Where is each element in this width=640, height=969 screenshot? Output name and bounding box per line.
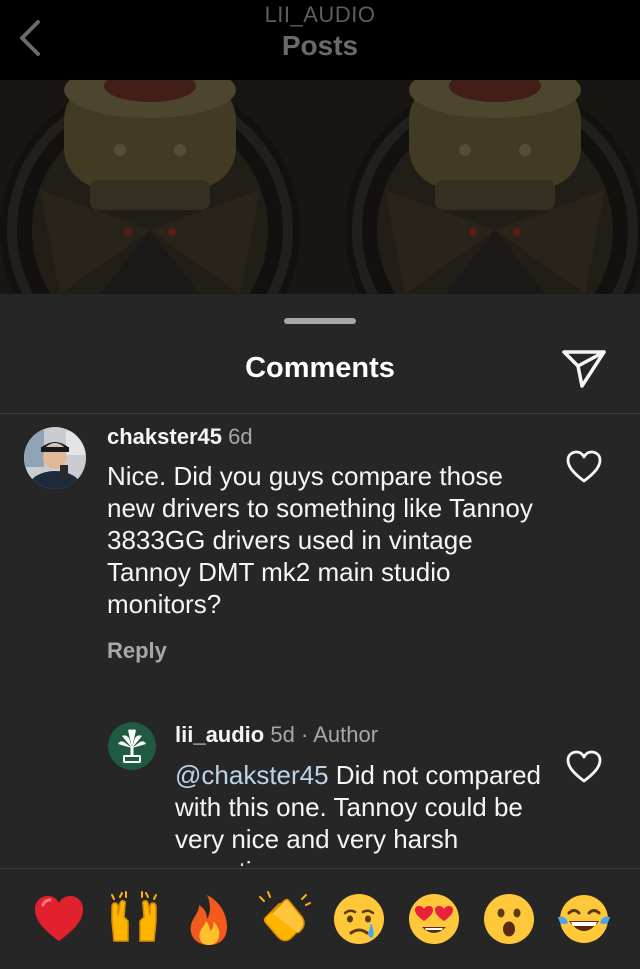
like-button[interactable]: [566, 750, 602, 784]
clapping-hands-emoji-icon[interactable]: [256, 891, 312, 947]
comments-title: Comments: [245, 352, 395, 384]
reply-time: 5d: [270, 722, 295, 747]
heart-outline-icon: [566, 750, 602, 783]
like-button[interactable]: [566, 450, 602, 484]
comment-meta: chakster45 6d: [107, 424, 253, 450]
reply-meta: lii_audio 5d · Author: [175, 722, 378, 748]
mention-link[interactable]: @chakster45: [175, 760, 329, 790]
page-title: Posts: [281, 30, 359, 61]
comment-time: 6d: [228, 424, 253, 449]
red-heart-emoji-icon[interactable]: [31, 891, 87, 947]
share-button[interactable]: [560, 346, 608, 390]
reply-text: @chakster45 Did not compared with this o…: [175, 759, 555, 866]
raising-hands-emoji-icon[interactable]: [106, 891, 162, 947]
account-name: LII_AUDIO: [264, 2, 376, 27]
post-image: [0, 80, 640, 294]
divider: [0, 413, 640, 414]
comment-username[interactable]: chakster45: [107, 424, 222, 449]
fire-emoji-icon[interactable]: [181, 891, 237, 947]
reply-button[interactable]: Reply: [107, 638, 167, 664]
top-bar: LII_AUDIO Posts: [0, 0, 640, 80]
meta-separator: ·: [300, 722, 309, 747]
comments-sheet: Comments chakster45 6d Nice. Did you guy…: [0, 294, 640, 968]
emoji-reaction-bar: [0, 868, 640, 969]
author-badge: Author: [313, 722, 379, 747]
reply-username[interactable]: lii_audio: [175, 722, 264, 747]
heart-outline-icon: [566, 450, 602, 483]
heart-eyes-emoji-icon[interactable]: [406, 891, 462, 947]
comment-text: Nice. Did you guys compare those new dri…: [107, 461, 533, 619]
paper-plane-icon: [562, 350, 606, 388]
surprised-face-emoji-icon[interactable]: [481, 891, 537, 947]
avatar[interactable]: [24, 427, 86, 489]
crying-face-emoji-icon[interactable]: [331, 891, 387, 947]
tears-of-joy-emoji-icon[interactable]: [556, 891, 612, 947]
avatar[interactable]: [108, 722, 156, 770]
drag-handle[interactable]: [284, 318, 356, 324]
